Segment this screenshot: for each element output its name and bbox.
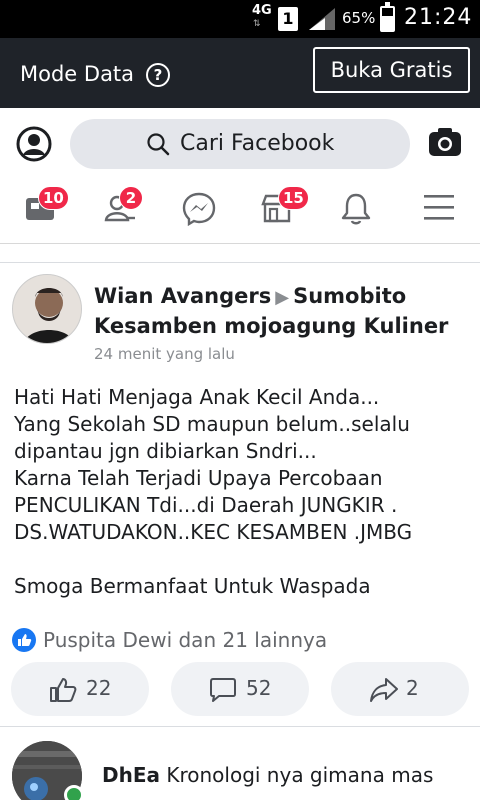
search-icon — [147, 133, 170, 156]
nav-marketplace[interactable]: 15 — [256, 186, 309, 232]
author-avatar[interactable] — [12, 274, 82, 344]
network-type: 4G — [252, 3, 272, 18]
data-activity-icon: ⇅ — [253, 19, 261, 29]
facebook-header: Cari Facebook 10 2 15 — [0, 108, 480, 244]
comment-body: Kronologi nya gimana mas — [166, 763, 434, 787]
likes-text: Puspita Dewi dan 21 lainnya — [43, 628, 328, 652]
status-bar: 4G ⇅ 1 65% 21:24 — [0, 0, 480, 38]
comment-icon — [210, 678, 236, 702]
like-count: 22 — [86, 676, 112, 700]
like-button[interactable]: 22 — [11, 662, 149, 716]
free-mode-button[interactable]: Buka Gratis — [313, 47, 470, 93]
battery-level — [382, 15, 393, 30]
share-count: 2 — [406, 676, 419, 700]
comment: DhEa Kronologi nya gimana mas — [102, 763, 433, 787]
clock: 21:24 — [404, 5, 473, 30]
like-reaction-icon — [12, 628, 36, 652]
share-button[interactable]: 2 — [331, 662, 469, 716]
post-body: Hati Hati Menjaga Anak Kecil Anda... Yan… — [14, 385, 413, 598]
mode-data-label: Mode Data — [20, 62, 135, 86]
data-mode-banner: Mode Data ? Buka Gratis — [0, 38, 480, 108]
search-bar[interactable]: Cari Facebook — [70, 119, 410, 169]
menu-icon — [424, 195, 454, 220]
nav-messenger[interactable] — [178, 186, 224, 232]
question-circle-icon[interactable]: ? — [146, 63, 170, 87]
bell-icon — [341, 193, 371, 225]
comment-count: 52 — [246, 676, 272, 700]
nav-friends[interactable]: 2 — [99, 186, 145, 232]
messenger-icon — [182, 192, 216, 226]
battery-percent: 65% — [342, 9, 376, 27]
comments-divider — [0, 726, 480, 727]
search-placeholder: Cari Facebook — [180, 131, 335, 156]
friends-badge: 2 — [119, 186, 143, 210]
author-name[interactable]: Wian Avangers — [94, 284, 271, 308]
avatar-image — [13, 275, 81, 343]
marketplace-badge: 15 — [278, 186, 309, 210]
comment-button[interactable]: 52 — [171, 662, 309, 716]
thumbs-up-icon — [50, 678, 77, 702]
signal-icon — [309, 8, 335, 30]
feed-badge: 10 — [38, 186, 69, 210]
nav-menu[interactable] — [418, 186, 464, 232]
post-divider — [0, 262, 480, 263]
post-header: Wian Avangers ▶ Sumobito Kesamben mojoagun… — [94, 282, 474, 341]
sim-indicator: 1 — [278, 7, 298, 31]
share-icon — [370, 678, 398, 702]
camera-icon[interactable] — [428, 127, 462, 157]
post-timestamp[interactable]: 24 menit yang lalu — [94, 345, 235, 363]
nav-notifications[interactable] — [336, 186, 382, 232]
profile-icon[interactable] — [16, 126, 52, 162]
comment-author[interactable]: DhEa — [102, 763, 160, 787]
share-to-arrow-icon: ▶ — [275, 287, 290, 308]
nav-news-feed[interactable]: 10 — [20, 186, 69, 232]
online-status-dot — [64, 785, 84, 800]
battery-icon — [380, 2, 395, 32]
